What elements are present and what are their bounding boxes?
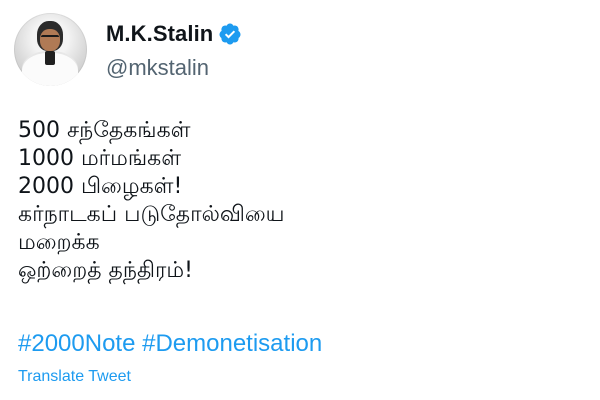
author-block: M.K.Stalin @mkstalin [106, 20, 242, 81]
tweet-header: M.K.Stalin @mkstalin [14, 13, 242, 86]
tweet-line: 500 சந்தேகங்கள் [18, 118, 191, 143]
hashtag-demonetisation[interactable]: #Demonetisation [142, 330, 322, 357]
user-handle[interactable]: @mkstalin [106, 55, 242, 81]
hashtag-2000note[interactable]: #2000Note [18, 330, 135, 357]
avatar[interactable] [14, 13, 87, 86]
display-name[interactable]: M.K.Stalin [106, 21, 213, 47]
avatar-collar [45, 51, 55, 65]
hashtag-row: #2000Note #Demonetisation [18, 330, 322, 358]
tweet-line: மறைக்க [18, 230, 100, 255]
tweet-line: கர்நாடகப் படுதோல்வியை [18, 202, 285, 227]
tweet-line: ஒற்றைத் தந்திரம்! [18, 258, 193, 283]
translate-tweet-link[interactable]: Translate Tweet [18, 368, 131, 386]
verified-badge-icon [219, 23, 241, 45]
name-row: M.K.Stalin [106, 20, 242, 48]
tweet-line: 2000 பிழைகள்! [18, 174, 183, 199]
tweet-line: 1000 மர்மங்கள் [18, 146, 182, 171]
avatar-glasses [41, 35, 59, 42]
tweet-text: 500 சந்தேகங்கள் 1000 மர்மங்கள் 2000 பிழைகள… [18, 117, 285, 285]
